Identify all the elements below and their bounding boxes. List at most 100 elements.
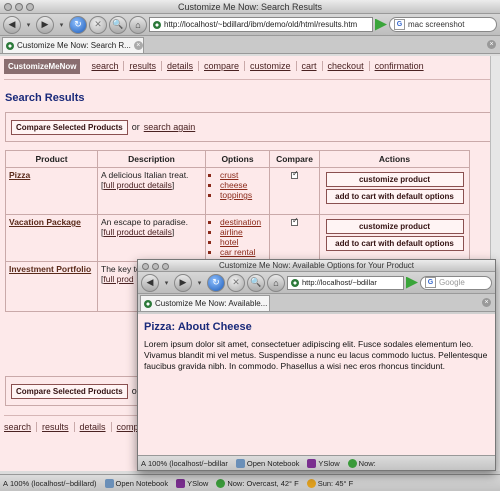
home-button[interactable]: ⌂	[129, 15, 147, 34]
column-header-compare: Compare	[269, 150, 320, 168]
stop-button[interactable]: ✕	[89, 15, 107, 34]
option-link[interactable]: car rental	[220, 247, 266, 257]
customize-product-button[interactable]: customize product	[325, 219, 464, 234]
main-title-bar[interactable]: Customize Me Now: Search Results	[0, 0, 500, 14]
popup-go-arrow-icon[interactable]	[406, 276, 418, 289]
popup-status-notebook[interactable]: Open Notebook	[235, 459, 299, 468]
option-link[interactable]: hotel	[220, 237, 266, 247]
product-details-link[interactable]: full product details	[103, 180, 172, 190]
status-notebook-text: Open Notebook	[115, 478, 169, 488]
popup-reload-button[interactable]: ↻	[207, 273, 225, 292]
tab-close-icon[interactable]: ×	[133, 41, 143, 50]
popup-forward-history-icon[interactable]: ▾	[194, 276, 205, 290]
footer-link-details[interactable]: details	[73, 422, 111, 432]
popup-tab-strip: Customize Me Now: Available... × ×	[138, 294, 495, 312]
status-notebook[interactable]: Open Notebook	[104, 478, 169, 488]
site-logo[interactable]: CustomizeMeNow	[4, 58, 81, 74]
popup-title-bar[interactable]: Customize Me Now: Available Options for …	[138, 260, 495, 272]
popup-zoom-button[interactable]	[162, 263, 169, 270]
minimize-window-button[interactable]	[15, 3, 23, 11]
compare-checkbox[interactable]	[291, 216, 299, 226]
back-arrow-icon: ◀	[8, 19, 16, 29]
customize-product-button[interactable]: customize product	[325, 172, 464, 187]
nav-link-checkout[interactable]: checkout	[321, 61, 369, 71]
compare-checkbox[interactable]	[291, 169, 299, 179]
footer-link-results[interactable]: results	[36, 422, 74, 432]
popup-back-history-icon[interactable]: ▾	[161, 276, 172, 290]
nav-link-confirmation[interactable]: confirmation	[368, 61, 429, 71]
close-tabs-icon[interactable]: ×	[487, 40, 496, 49]
popup-close-button[interactable]	[142, 263, 149, 270]
footer-link-search[interactable]: search	[4, 422, 36, 432]
zoom-window-button[interactable]	[26, 3, 34, 11]
product-link-investment[interactable]: Investment Portfolio	[9, 264, 91, 274]
popup-status-zoom[interactable]: A 100% (localhost/~bdillar	[141, 459, 228, 468]
nav-link-search[interactable]: search	[86, 61, 123, 71]
add-to-cart-button[interactable]: add to cart with default options	[325, 189, 464, 204]
popup-search-page-button[interactable]: 🔍	[247, 273, 265, 292]
option-link[interactable]: crust	[220, 170, 266, 180]
compare-selected-button-bottom[interactable]: Compare Selected Products	[11, 383, 128, 399]
compare-cell	[269, 214, 320, 262]
forward-arrow-icon: ▶	[41, 19, 49, 29]
popup-stop-button[interactable]: ✕	[227, 273, 245, 292]
option-link[interactable]: toppings	[220, 190, 266, 200]
option-link[interactable]: destination	[220, 217, 266, 227]
popup-tab-options[interactable]: Customize Me Now: Available... ×	[140, 295, 270, 311]
compare-selected-button[interactable]: Compare Selected Products	[11, 119, 128, 135]
go-arrow-icon[interactable]	[375, 18, 387, 31]
popup-back-button[interactable]: ◀	[141, 273, 159, 292]
popup-forward-button[interactable]: ▶	[174, 273, 192, 292]
forward-history-icon[interactable]: ▾	[56, 18, 67, 32]
popup-status-yslow[interactable]: YSlow	[307, 459, 340, 468]
popup-status-weather[interactable]: Now:	[347, 459, 376, 468]
option-link[interactable]: airline	[220, 227, 266, 237]
nav-link-compare[interactable]: compare	[198, 61, 244, 71]
forward-button[interactable]: ▶	[36, 15, 54, 34]
popup-status-zoom-text: 100% (localhost/~bdillar	[148, 459, 228, 468]
add-to-cart-button[interactable]: add to cart with default options	[325, 236, 464, 251]
popup-url-bar[interactable]: http://localhost/~bdillar	[287, 275, 404, 290]
status-zoom[interactable]: A 100% (localhost/~bdillard)	[3, 479, 97, 488]
compare-or-text: or	[131, 122, 140, 132]
zoom-icon: A	[141, 459, 147, 468]
notebook-icon	[235, 459, 245, 468]
compare-bar-top: Compare Selected Products or search agai…	[5, 112, 495, 142]
description-cell: An escape to paradise. [full product det…	[97, 214, 206, 262]
product-details-link[interactable]: full product details	[103, 227, 172, 237]
nav-link-customize[interactable]: customize	[244, 61, 296, 71]
search-again-link[interactable]: search again	[144, 122, 196, 132]
option-link[interactable]: cheese	[220, 180, 266, 190]
product-link-pizza[interactable]: Pizza	[9, 170, 30, 180]
nav-link-cart[interactable]: cart	[295, 61, 322, 71]
options-list: crust cheese toppings	[209, 170, 266, 200]
popup-search-placeholder: Google	[439, 278, 465, 287]
tab-search-results[interactable]: Customize Me Now: Search R... ×	[2, 37, 144, 53]
url-text: http://localhost/~bdillard/ibm/demo/old/…	[164, 20, 358, 29]
search-page-button[interactable]: 🔍	[109, 15, 127, 34]
popup-heading: Pizza: About Cheese	[144, 321, 252, 333]
reload-button[interactable]: ↻	[69, 15, 87, 34]
status-yslow[interactable]: YSlow	[176, 478, 209, 488]
status-weather-sun[interactable]: Sun: 45° F	[306, 478, 353, 488]
popup-minimize-button[interactable]	[152, 263, 159, 270]
popup-home-button[interactable]: ⌂	[267, 273, 285, 292]
back-button[interactable]: ◀	[3, 15, 21, 34]
product-link-vacation[interactable]: Vacation Package	[9, 217, 81, 227]
nav-link-results[interactable]: results	[123, 61, 161, 71]
popup-close-tabs-icon[interactable]: ×	[482, 298, 491, 307]
magnifier-icon: 🔍	[112, 19, 124, 29]
close-window-button[interactable]	[4, 3, 12, 11]
popup-search-box[interactable]: G Google	[420, 275, 492, 290]
sun-icon	[306, 478, 316, 488]
nav-link-details[interactable]: details	[160, 61, 198, 71]
status-weather[interactable]: Now: Overcast, 42° F	[216, 478, 299, 488]
options-popup-window: Customize Me Now: Available Options for …	[137, 259, 496, 471]
status-yslow-text: YSlow	[187, 478, 209, 488]
product-cell: Investment Portfolio	[5, 261, 98, 312]
search-engine-box[interactable]: G mac screenshot	[389, 17, 497, 32]
product-details-link[interactable]: full prod	[103, 274, 133, 284]
back-history-icon[interactable]: ▾	[23, 18, 34, 32]
product-cell: Pizza	[5, 167, 98, 215]
url-bar[interactable]: http://localhost/~bdillard/ibm/demo/old/…	[149, 17, 373, 32]
